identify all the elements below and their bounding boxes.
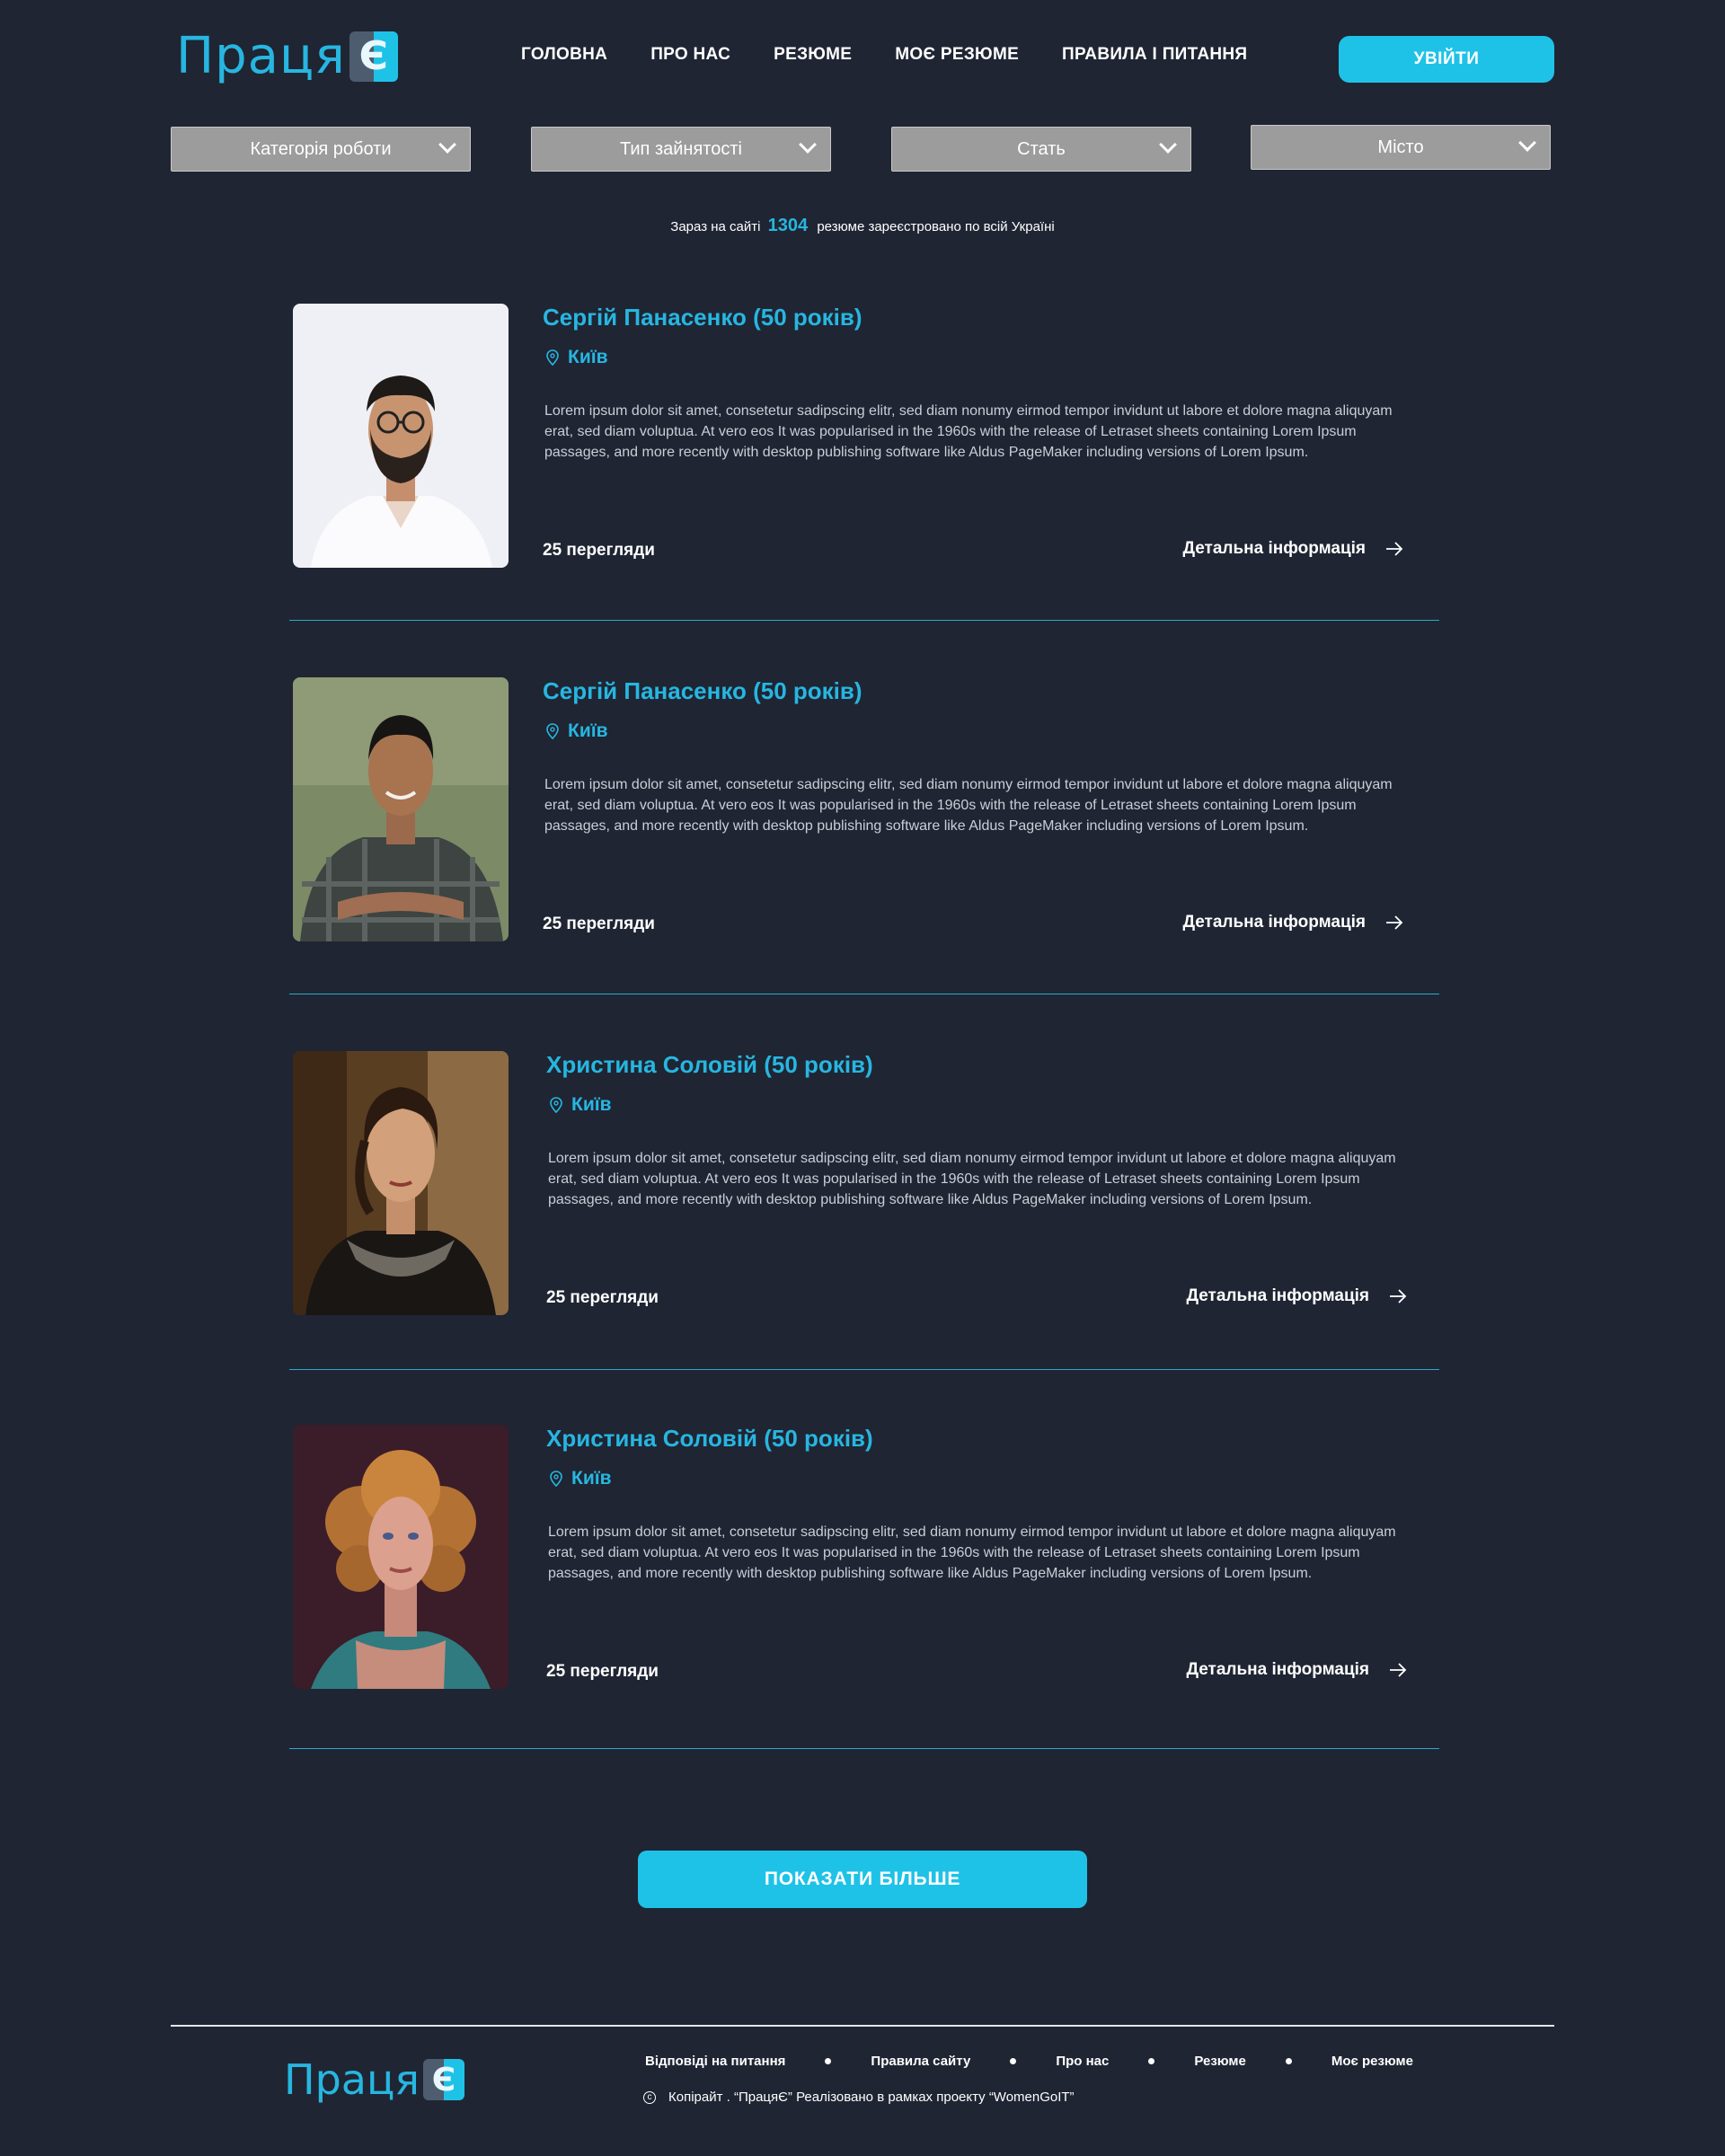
copyright-text: Копірайт . “ПрацяЄ” Реалізовано в рамках… [668,2090,1075,2105]
map-pin-icon [550,1097,562,1113]
arrow-right-icon [1386,915,1403,930]
chevron-down-icon [1518,134,1536,152]
resume-description: Lorem ipsum dolor sit amet, consetetur s… [544,403,1393,460]
resume-views: 25 перегляди [543,915,655,933]
arrow-right-icon [1386,542,1403,556]
chevron-down-icon [799,136,817,154]
footer-link-about[interactable]: Про нас [1056,2054,1109,2069]
details-label: Детальна інформація [1182,539,1366,558]
resume-name[interactable]: Христина Соловій (50 років) [546,1051,873,1079]
resume-location: Київ [550,1094,612,1116]
copyright-icon: c [643,2090,656,2104]
resume-views: 25 перегляди [546,1288,659,1307]
resume-description: Lorem ipsum dolor sit amet, consetetur s… [548,1524,1396,1581]
logo-wordmark: Праця [284,2055,420,2104]
nav-item-rules[interactable]: ПРАВИЛА І ПИТАННЯ [1062,45,1247,65]
resume-card: Христина Соловій (50 років) Київ Lorem i… [289,1051,1439,1425]
resume-card: Христина Соловій (50 років) Київ Lorem i… [289,1425,1439,1798]
filter-city-label: Місто [1377,137,1424,157]
nav-item-about[interactable]: ПРО НАС [650,45,730,65]
resume-city: Київ [568,347,608,367]
details-label: Детальна інформація [1186,1660,1369,1679]
footer-link-rules[interactable]: Правила сайту [871,2054,970,2069]
resume-description: Lorem ipsum dolor sit amet, consetetur s… [548,1151,1396,1207]
login-button[interactable]: УВІЙТИ [1339,36,1554,83]
resume-city: Київ [571,1468,612,1489]
footer-link-faq[interactable]: Відповіді на питання [645,2054,785,2069]
filter-category[interactable]: Категорія роботи [171,127,471,172]
details-label: Детальна інформація [1182,913,1366,932]
arrow-right-icon [1390,1663,1407,1677]
resume-views: 25 перегляди [546,1662,659,1681]
resume-description: Lorem ipsum dolor sit amet, consetetur s… [544,777,1393,834]
filter-employment-type-label: Тип зайнятості [620,138,742,159]
details-label: Детальна інформація [1186,1286,1369,1305]
footer-separator [825,2058,832,2064]
stats-prefix: Зараз на сайті [670,219,761,234]
resume-photo [293,304,509,568]
footer-logo[interactable]: Праця Є [284,2055,464,2104]
logo-mark-letter: Є [431,2061,456,2099]
logo-wordmark: Праця [176,27,346,85]
nav-item-resumes[interactable]: РЕЗЮМЕ [774,45,852,65]
footer-separator [1010,2058,1017,2064]
resume-details-link[interactable]: Детальна інформація [1186,1660,1407,1680]
logo-mark: Є [349,31,398,82]
footer-separator [1285,2058,1292,2064]
chevron-down-icon [1159,136,1177,154]
stats-suffix: резюме зареєстровано по всій Україні [817,219,1055,234]
filter-gender[interactable]: Стать [891,127,1191,172]
chevron-down-icon [438,136,456,154]
card-divider [289,1748,1439,1749]
resume-details-link[interactable]: Детальна інформація [1186,1286,1407,1306]
stats-count: 1304 [767,216,809,235]
site-logo[interactable]: Праця Є [176,27,398,85]
nav-item-my-resume[interactable]: МОЄ РЕЗЮМЕ [895,45,1019,65]
show-more-button[interactable]: ПОКАЗАТИ БІЛЬШЕ [638,1851,1087,1908]
nav-item-home[interactable]: ГОЛОВНА [521,45,607,65]
logo-mark-letter: Є [358,33,388,79]
map-pin-icon [546,723,559,739]
filter-category-label: Категорія роботи [250,138,392,159]
copyright: c Копірайт . “ПрацяЄ” Реалізовано в рамк… [643,2090,1075,2105]
resume-location: Київ [546,347,608,368]
resume-location: Київ [546,720,608,742]
resume-name[interactable]: Сергій Панасенко (50 років) [543,677,862,705]
arrow-right-icon [1390,1289,1407,1303]
resume-name[interactable]: Сергій Панасенко (50 років) [543,304,862,331]
map-pin-icon [550,1471,562,1487]
resume-photo [293,1425,509,1689]
footer-link-resumes[interactable]: Резюме [1194,2054,1245,2069]
resume-city: Київ [571,1094,612,1115]
resume-card: Сергій Панасенко (50 років) Київ Lorem i… [289,677,1439,1051]
card-divider [289,1369,1439,1370]
resume-count-info: Зараз на сайті 1304 резюме зареєстровано… [0,216,1725,236]
resume-photo [293,677,509,941]
footer-separator [1148,2058,1155,2064]
resume-photo [293,1051,509,1315]
map-pin-icon [546,349,559,366]
footer-nav: Відповіді на питання Правила сайту Про н… [645,2054,1413,2069]
resume-views: 25 перегляди [543,541,655,560]
resume-details-link[interactable]: Детальна інформація [1182,913,1403,932]
footer-link-my-resume[interactable]: Моє резюме [1331,2054,1413,2069]
filter-gender-label: Стать [1017,138,1066,159]
main-nav: ГОЛОВНА ПРО НАС РЕЗЮМЕ МОЄ РЕЗЮМЕ ПРАВИЛ… [521,45,1290,65]
filter-employment-type[interactable]: Тип зайнятості [531,127,831,172]
card-divider [289,620,1439,621]
resume-name[interactable]: Христина Соловій (50 років) [546,1425,873,1453]
resume-card: Сергій Панасенко (50 років) Київ Lorem i… [289,304,1439,677]
logo-mark: Є [422,2059,464,2100]
resume-details-link[interactable]: Детальна інформація [1182,539,1403,559]
footer-divider [171,2025,1554,2027]
resume-city: Київ [568,720,608,741]
resume-location: Київ [550,1468,612,1489]
filter-city[interactable]: Місто [1251,125,1551,170]
